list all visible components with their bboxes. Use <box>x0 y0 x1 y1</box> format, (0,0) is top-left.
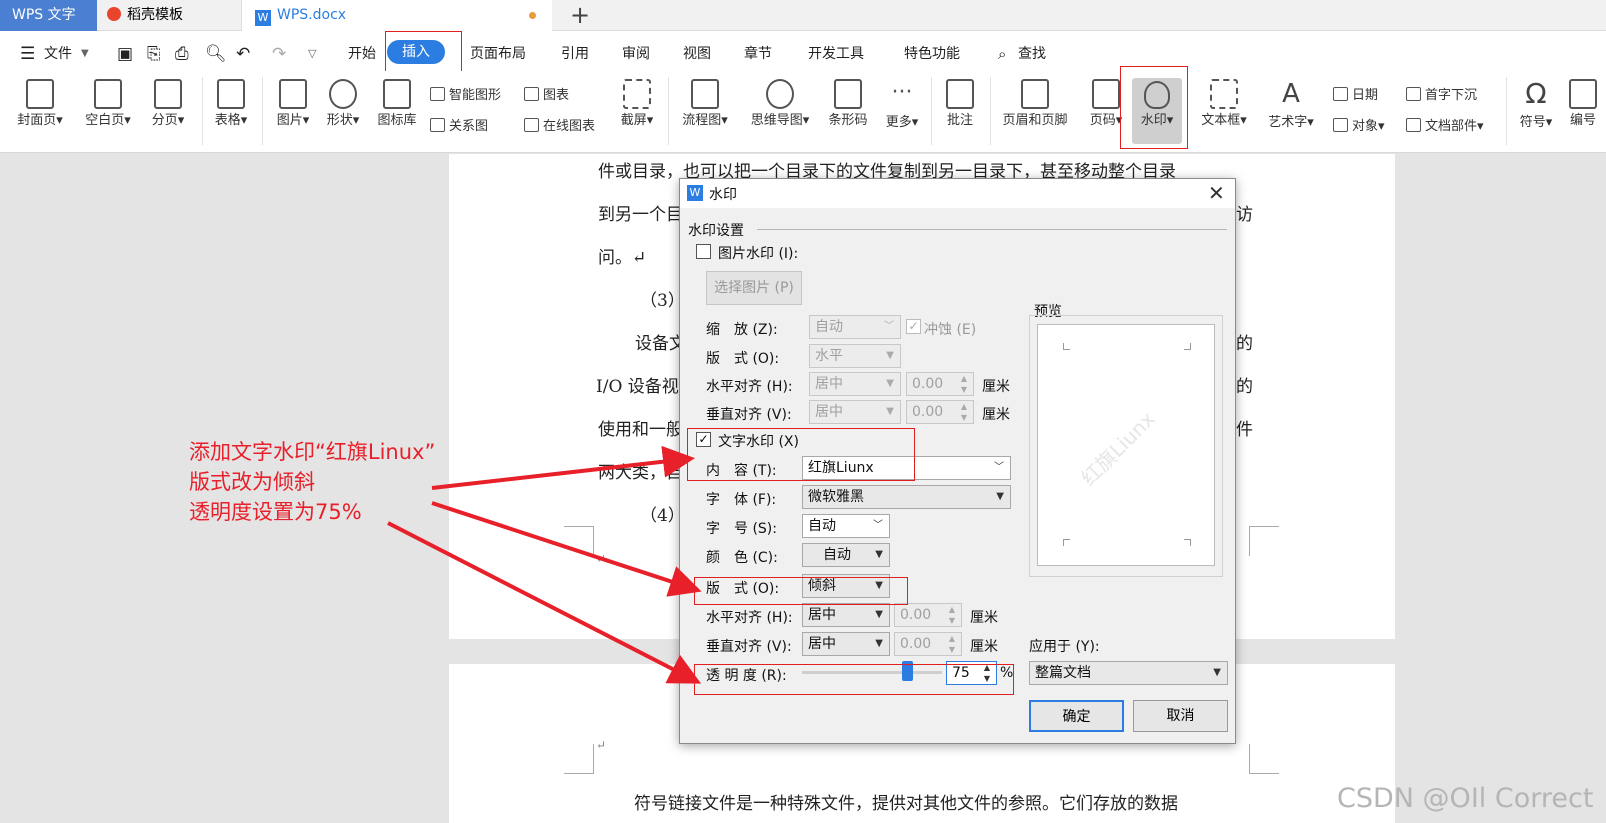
arrow-to-layout <box>431 501 702 597</box>
annotation-arrows <box>387 445 702 684</box>
arrow-to-opacity <box>387 521 702 684</box>
csdn-credit: CSDN @OIl Correct <box>1337 783 1594 814</box>
arrow-to-content <box>431 445 695 490</box>
